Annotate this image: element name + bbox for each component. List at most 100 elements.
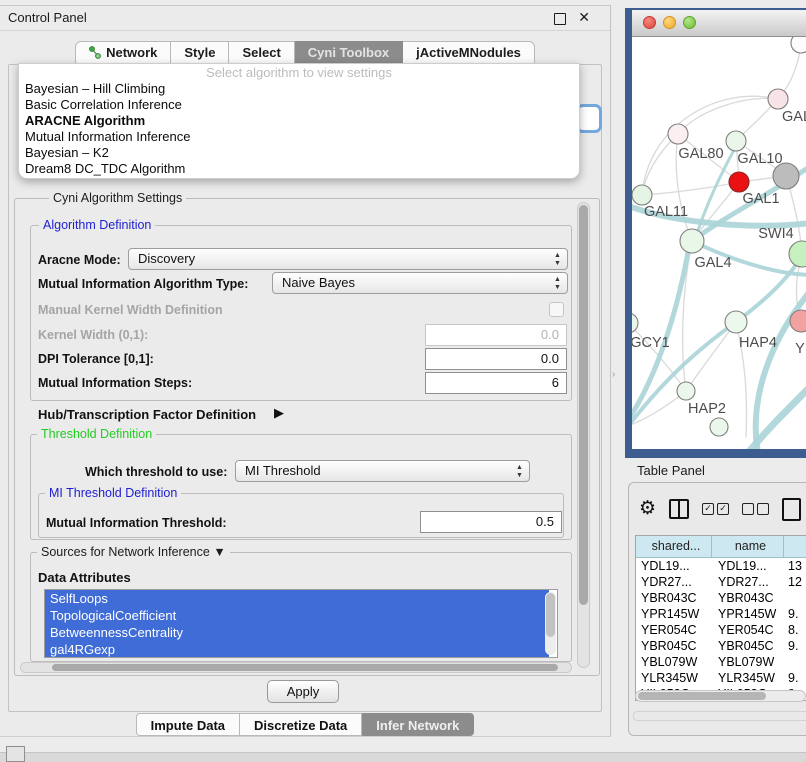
table-row[interactable]: YBR043CYBR043C	[636, 590, 806, 606]
table-row[interactable]: YLR345WYLR345W9.	[636, 670, 806, 686]
hub-expand-arrow-icon[interactable]: ▶	[274, 405, 284, 421]
table-horizontal-scrollbar-thumb[interactable]	[638, 692, 766, 700]
network-edge[interactable]	[642, 134, 678, 195]
sources-collapse-arrow-icon[interactable]: ▼	[213, 545, 225, 559]
network-node-gal11[interactable]	[632, 185, 652, 205]
algorithm-dropdown-prompt: Select algorithm to view settings	[19, 65, 579, 81]
data-attributes-label: Data Attributes	[38, 570, 131, 585]
table-cell: YDR27...	[636, 574, 712, 590]
table-body: YDL19...YDL19...13YDR27...YDR27...12YBR0…	[636, 558, 806, 701]
table-cell	[784, 654, 806, 670]
tab-jactivemnodules[interactable]: jActiveMNodules	[403, 41, 535, 64]
apply-button[interactable]: Apply	[267, 680, 339, 703]
bottom-tabbar: Impute DataDiscretize DataInfer Network	[0, 713, 610, 736]
network-node-gal4[interactable]	[680, 229, 704, 253]
table-cell: YBR043C	[636, 590, 712, 606]
network-window-titlebar[interactable]	[632, 10, 806, 37]
algorithm-option[interactable]: Dream8 DC_TDC Algorithm	[19, 161, 579, 177]
table-row[interactable]: YER054CYER054C8.	[636, 622, 806, 638]
tab-cyni-toolbox[interactable]: Cyni Toolbox	[295, 41, 403, 64]
network-node[interactable]	[791, 37, 806, 53]
mi-type-combo[interactable]: Naive Bayes ▲▼	[272, 272, 568, 294]
network-canvas[interactable]: GALGAL80GAL10GAL1GAL11GAL4SWI4GCY1HAP4YH…	[632, 37, 806, 449]
mac-close-icon[interactable]	[643, 16, 656, 29]
algorithm-option[interactable]: ARACNE Algorithm	[19, 113, 579, 129]
network-node-y[interactable]	[790, 310, 806, 332]
table-row[interactable]: YBL079WYBL079W	[636, 654, 806, 670]
algorithm-option[interactable]: Mutual Information Inference	[19, 129, 579, 145]
control-panel-titlebar: Control Panel ✕	[0, 6, 610, 31]
table-row[interactable]: YPR145WYPR145W9.	[636, 606, 806, 622]
float-window-icon[interactable]	[554, 13, 566, 25]
attribute-item[interactable]: SelfLoops	[45, 590, 549, 607]
attribute-item[interactable]: gal4RGexp	[45, 641, 549, 658]
panel-splitter-handle[interactable]: ›	[612, 368, 622, 382]
columns-icon[interactable]	[669, 499, 689, 519]
threshold-definition-title: Threshold Definition	[37, 427, 156, 441]
mac-minimize-icon[interactable]	[663, 16, 676, 29]
algorithm-definition-title: Algorithm Definition	[39, 218, 155, 232]
settings-vertical-scrollbar-thumb[interactable]	[579, 205, 588, 605]
network-node-gal[interactable]	[768, 89, 788, 109]
network-node-gal10[interactable]	[726, 131, 746, 151]
table-cell: YDL19...	[636, 558, 712, 574]
tab-discretize-data[interactable]: Discretize Data	[240, 713, 362, 736]
tab-network[interactable]: Network	[75, 41, 171, 64]
algorithm-option[interactable]: Bayesian – K2	[19, 145, 579, 161]
network-graph[interactable]: GALGAL80GAL10GAL1GAL11GAL4SWI4GCY1HAP4YH…	[632, 37, 806, 449]
dpi-tolerance-field[interactable]: 0.0	[425, 348, 567, 370]
table-cell: YBR045C	[636, 638, 712, 654]
mi-steps-field[interactable]: 6	[425, 372, 567, 394]
which-threshold-combo[interactable]: MI Threshold ▲▼	[235, 460, 530, 482]
column-header[interactable]: shared...	[636, 536, 712, 557]
file-icon[interactable]	[782, 498, 801, 521]
network-edge[interactable]	[644, 182, 739, 195]
network-node-hap2[interactable]	[677, 382, 695, 400]
bottom-left-widget-icon[interactable]	[6, 746, 25, 762]
table-cell: 9.	[784, 670, 806, 686]
mi-threshold-field[interactable]: 0.5	[420, 511, 562, 533]
table-panel-footer	[633, 711, 806, 721]
attribute-item[interactable]: BetweennessCentrality	[45, 624, 549, 641]
kernel-width-field[interactable]: 0.0	[425, 324, 567, 346]
aracne-mode-combo[interactable]: Discovery ▲▼	[128, 248, 568, 270]
tab-impute-data[interactable]: Impute Data	[136, 713, 240, 736]
algorithm-option[interactable]: Basic Correlation Inference	[19, 97, 579, 113]
tab-infer-network[interactable]: Infer Network	[362, 713, 474, 736]
network-node-swi4[interactable]	[789, 241, 806, 267]
attributes-list-scrollbar[interactable]	[545, 592, 556, 655]
bottom-strip	[0, 752, 806, 762]
table-cell: YBR045C	[712, 638, 784, 654]
hub-definition-toggle[interactable]: Hub/Transcription Factor Definition	[38, 407, 256, 422]
manual-kernel-checkbox[interactable]	[549, 302, 564, 317]
mac-zoom-icon[interactable]	[683, 16, 696, 29]
tab-select[interactable]: Select	[229, 41, 294, 64]
network-node-hap4[interactable]	[725, 311, 747, 333]
close-window-icon[interactable]: ✕	[578, 9, 590, 26]
tab-label: jActiveMNodules	[416, 41, 521, 64]
table-cell: YBL079W	[712, 654, 784, 670]
tab-style[interactable]: Style	[171, 41, 229, 64]
attribute-item[interactable]: TopologicalCoefficient	[45, 607, 549, 624]
network-edge[interactable]	[678, 98, 778, 134]
table-row[interactable]: YDL19...YDL19...13	[636, 558, 806, 574]
table-cell: YLR345W	[712, 670, 784, 686]
table-row[interactable]: YDR27...YDR27...12	[636, 574, 806, 590]
table-cell: YDR27...	[712, 574, 784, 590]
gear-icon[interactable]: ⚙	[639, 498, 656, 520]
column-header[interactable]: name	[712, 536, 784, 557]
table-row[interactable]: YBR045CYBR045C9.	[636, 638, 806, 654]
network-node-gal80[interactable]	[668, 124, 688, 144]
data-attributes-list[interactable]: SelfLoopsTopologicalCoefficientBetweenne…	[44, 589, 558, 658]
network-node[interactable]	[710, 418, 728, 436]
table-horizontal-scrollbar[interactable]	[635, 690, 806, 702]
algorithm-option[interactable]: Bayesian – Hill Climbing	[19, 81, 579, 97]
network-node-gcy1[interactable]	[632, 313, 638, 333]
table-header-row: shared...name	[636, 536, 806, 558]
node-label-gal: GAL	[782, 109, 806, 125]
settings-horizontal-scrollbar-thumb[interactable]	[52, 664, 558, 671]
deselect-all-icon[interactable]	[742, 503, 769, 515]
network-node-gal1[interactable]	[729, 172, 749, 192]
column-header[interactable]	[784, 536, 806, 557]
select-all-icon[interactable]: ✓ ✓	[702, 503, 729, 515]
